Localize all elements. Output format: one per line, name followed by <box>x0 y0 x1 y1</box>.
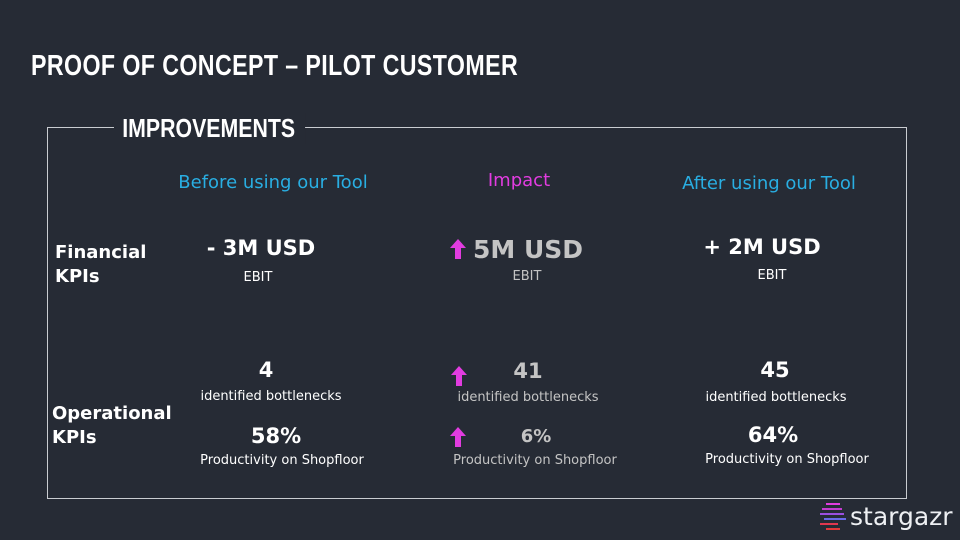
brand-name: stargazr <box>850 502 953 531</box>
productivity-impact-label: Productivity on Shopfloor <box>453 453 617 468</box>
arrow-up-icon <box>450 239 466 259</box>
arrow-up-icon <box>451 366 467 386</box>
column-header-impact: Impact <box>487 170 551 191</box>
financial-after-label: EBIT <box>757 268 787 283</box>
arrow-up-icon <box>450 427 466 447</box>
productivity-after-label: Productivity on Shopfloor <box>705 452 869 467</box>
financial-before-label: EBIT <box>243 270 273 285</box>
column-header-before: Before using our Tool <box>178 172 368 193</box>
section-title: IMPROVEMENTS <box>114 113 305 144</box>
productivity-before-label: Productivity on Shopfloor <box>200 453 364 468</box>
stargazr-logo-icon <box>820 503 846 530</box>
row-label-financial: Financial KPIs <box>55 241 146 289</box>
row-label-operational: Operational KPIs <box>52 402 172 450</box>
bottlenecks-after-label: identified bottlenecks <box>705 390 847 405</box>
column-header-after: After using our Tool <box>682 173 856 194</box>
financial-before-value: - 3M USD <box>206 236 316 260</box>
bottlenecks-before-label: identified bottlenecks <box>200 389 342 404</box>
bottlenecks-before-value: 4 <box>258 358 274 382</box>
bottlenecks-impact-value: 41 <box>513 359 543 383</box>
productivity-impact-value: 6% <box>520 426 552 447</box>
row-label-financial-line2: KPIs <box>55 266 100 287</box>
row-label-operational-line1: Operational <box>52 403 172 424</box>
productivity-before-value: 58% <box>250 424 302 448</box>
row-label-operational-line2: KPIs <box>52 427 97 448</box>
bottlenecks-impact-label: identified bottlenecks <box>457 390 599 405</box>
financial-after-value: + 2M USD <box>703 235 821 259</box>
productivity-after-value: 64% <box>747 423 799 447</box>
financial-impact-value: 5M USD <box>472 235 584 264</box>
row-label-financial-line1: Financial <box>55 242 147 263</box>
financial-impact-label: EBIT <box>512 269 542 284</box>
bottlenecks-after-value: 45 <box>760 358 790 382</box>
page-title: PROOF OF CONCEPT – PILOT CUSTOMER <box>31 50 519 82</box>
